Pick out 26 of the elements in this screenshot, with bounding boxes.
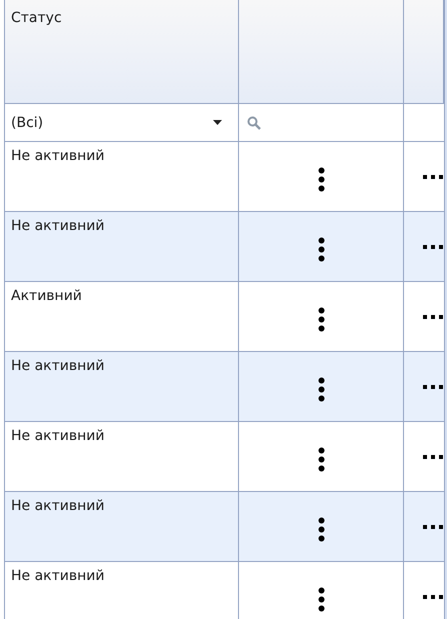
horizontal-dots-icon[interactable] — [423, 314, 444, 318]
status-cell-text: Не активний — [11, 498, 104, 514]
status-cell-text: Не активний — [11, 358, 104, 374]
caret-icon — [213, 120, 222, 125]
vertical-dots-icon[interactable] — [318, 517, 324, 542]
vertical-dots-icon[interactable] — [318, 377, 324, 402]
status-filter-dropdown[interactable]: (Всі) — [11, 104, 232, 141]
vertical-dots-icon[interactable] — [318, 307, 324, 332]
vertical-dots-icon[interactable] — [318, 237, 324, 262]
status-cell-text: Не активний — [11, 148, 104, 164]
status-cell-text: Активний — [11, 288, 82, 304]
search-icon[interactable] — [247, 116, 261, 130]
status-cell-text: Не активний — [11, 428, 104, 444]
vertical-dots-icon[interactable] — [318, 587, 324, 612]
status-cell-text: Не активний — [11, 568, 104, 584]
horizontal-dots-icon[interactable] — [423, 454, 444, 458]
horizontal-dots-icon[interactable] — [423, 174, 444, 178]
vertical-dots-icon[interactable] — [318, 167, 324, 192]
horizontal-dots-icon[interactable] — [423, 384, 444, 388]
horizontal-dots-icon[interactable] — [423, 524, 444, 528]
status-cell-text: Не активний — [11, 218, 104, 234]
horizontal-dots-icon[interactable] — [423, 594, 444, 598]
horizontal-dots-icon[interactable] — [423, 244, 444, 248]
column-header[interactable]: Статус — [5, 0, 239, 104]
column-title: Статус — [11, 10, 62, 26]
vertical-dots-icon[interactable] — [318, 447, 324, 472]
